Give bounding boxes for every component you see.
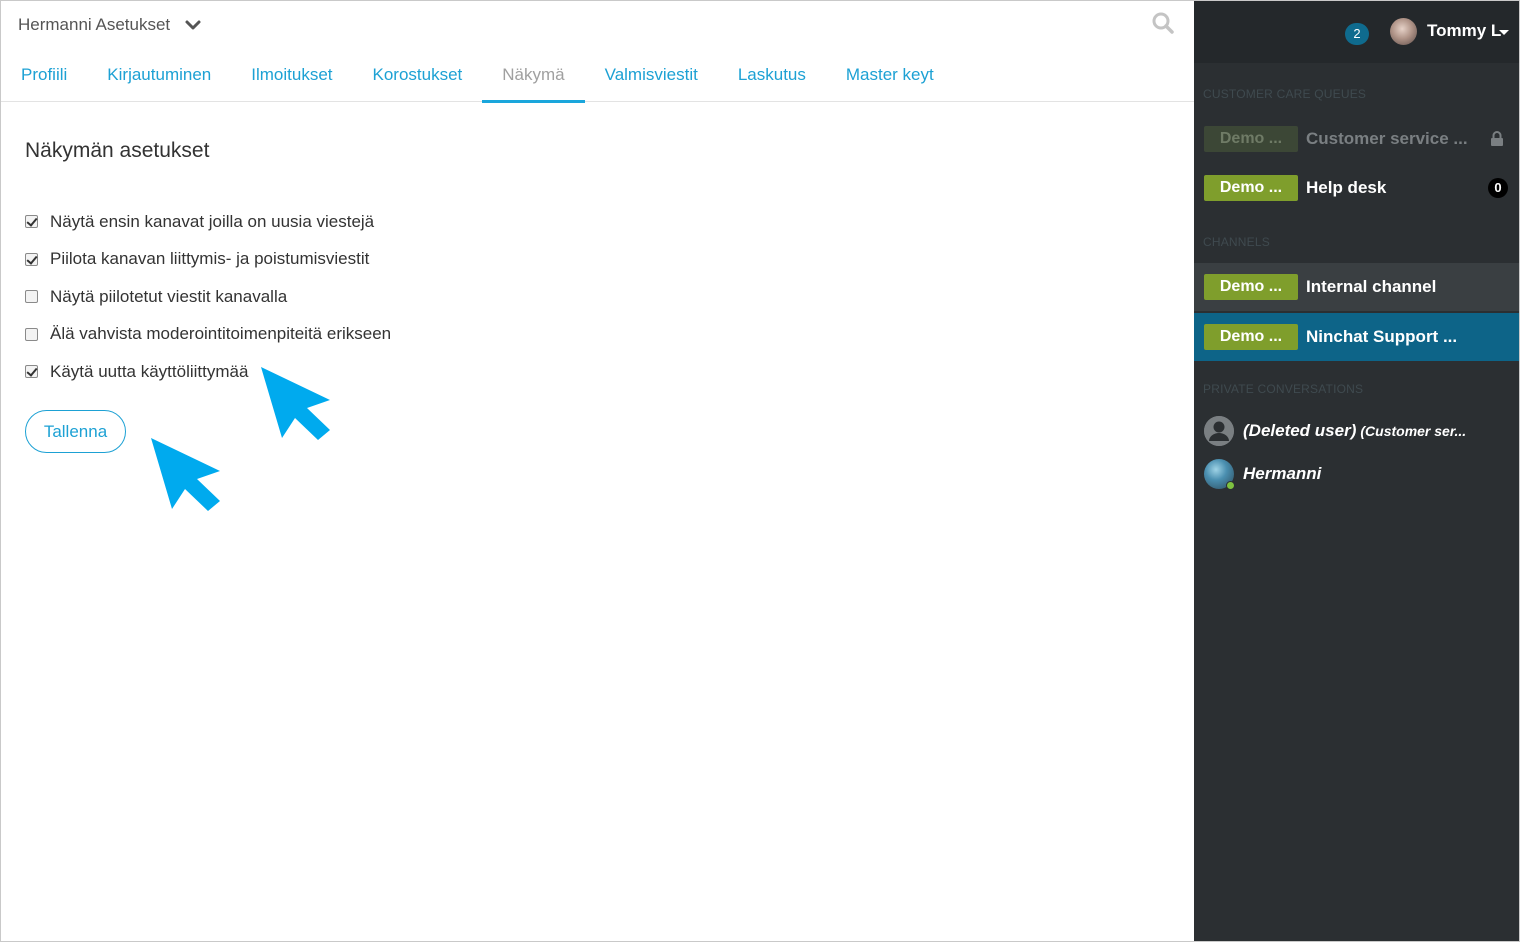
queue-count-badge: 0 — [1488, 178, 1508, 198]
section-label-private: PRIVATE CONVERSATIONS — [1203, 382, 1364, 396]
option-hide-join-leave[interactable]: Piilota kanavan liittymis- ja poistumisv… — [25, 241, 391, 279]
settings-tabs: Profiili Kirjautuminen Ilmoitukset Koros… — [1, 57, 954, 103]
queue-item-help-desk[interactable]: Demo ... Help desk 0 — [1194, 164, 1519, 212]
checkbox[interactable] — [25, 327, 38, 341]
channel-label: Ninchat Support ... — [1306, 327, 1458, 346]
tab-profiili[interactable]: Profiili — [1, 57, 87, 102]
checkbox[interactable] — [25, 215, 38, 229]
conversation-name: Hermanni — [1243, 464, 1322, 483]
checkbox[interactable] — [25, 290, 38, 304]
view-settings: Näkymän asetukset Näytä ensin kanavat jo… — [25, 139, 391, 391]
section-title: Näkymän asetukset — [25, 139, 210, 162]
conversation-name: (Deleted user) — [1243, 421, 1357, 440]
option-show-hidden-messages[interactable]: Näytä piilotetut viestit kanavalla — [25, 278, 391, 316]
checkbox[interactable] — [25, 252, 38, 266]
option-label: Älä vahvista moderointitoimenpiteitä eri… — [50, 324, 392, 344]
search-icon[interactable] — [1151, 11, 1175, 35]
channel-item-internal[interactable]: Demo ... Internal channel — [1194, 263, 1519, 311]
realm-tag: Demo ... — [1204, 175, 1298, 201]
tab-laskutus[interactable]: Laskutus — [718, 57, 826, 102]
tab-master-keyt[interactable]: Master keyt — [826, 57, 954, 102]
tab-ilmoitukset[interactable]: Ilmoitukset — [231, 57, 352, 102]
tab-nakyma[interactable]: Näkymä — [482, 57, 585, 103]
option-label: Näytä ensin kanavat joilla on uusia vies… — [50, 211, 375, 231]
workspace-title: Hermanni Asetukset — [18, 15, 171, 34]
tab-kirjautuminen[interactable]: Kirjautuminen — [87, 57, 231, 102]
option-show-new-first[interactable]: Näytä ensin kanavat joilla on uusia vies… — [25, 203, 391, 241]
avatar[interactable] — [1390, 18, 1417, 45]
queue-label: Customer service ... — [1306, 129, 1468, 148]
conversation-subtitle: (Customer ser... — [1360, 423, 1467, 439]
lock-icon — [1490, 131, 1504, 147]
user-menu[interactable]: Tommy L — [1427, 21, 1501, 41]
private-conversation-deleted-user[interactable]: (Deleted user) (Customer ser... — [1194, 411, 1519, 451]
private-conversation-hermanni[interactable]: Hermanni — [1194, 454, 1519, 494]
notification-badge[interactable]: 2 — [1345, 23, 1369, 45]
tab-korostukset[interactable]: Korostukset — [353, 57, 483, 102]
pointer-arrow-icon — [258, 364, 338, 454]
checkbox[interactable] — [25, 365, 38, 379]
option-skip-moderation-confirm[interactable]: Älä vahvista moderointitoimenpiteitä eri… — [25, 316, 391, 354]
option-label: Piilota kanavan liittymis- ja poistumisv… — [50, 249, 370, 269]
channel-label: Internal channel — [1306, 277, 1437, 296]
option-label: Käytä uutta käyttöliittymää — [50, 361, 249, 381]
section-label-queues: CUSTOMER CARE QUEUES — [1203, 87, 1367, 101]
settings-panel: Hermanni Asetukset Profiili Kirjautumine… — [1, 1, 1194, 941]
pointer-arrow-icon — [148, 435, 228, 525]
option-label: Näytä piilotetut viestit kanavalla — [50, 286, 288, 306]
sidebar-header: 2 Tommy L — [1194, 1, 1519, 63]
save-button[interactable]: Tallenna — [25, 410, 126, 453]
caret-down-icon[interactable] — [1499, 30, 1509, 35]
avatar — [1204, 459, 1235, 490]
queue-label: Help desk — [1306, 178, 1387, 197]
settings-header: Hermanni Asetukset Profiili Kirjautumine… — [1, 1, 1194, 103]
sidebar: 2 Tommy L CUSTOMER CARE QUEUES Demo ... … — [1194, 1, 1519, 941]
workspace-selector[interactable]: Hermanni Asetukset — [18, 15, 202, 35]
channel-item-ninchat-support[interactable]: Demo ... Ninchat Support ... — [1194, 313, 1519, 361]
section-label-channels: CHANNELS — [1203, 235, 1270, 249]
user-silhouette-icon — [1204, 416, 1234, 446]
realm-tag: Demo ... — [1204, 274, 1298, 300]
online-status-icon — [1226, 481, 1235, 490]
chevron-down-icon — [184, 16, 202, 34]
tab-valmisviestit[interactable]: Valmisviestit — [585, 57, 718, 102]
realm-tag: Demo ... — [1204, 324, 1298, 350]
queue-item-customer-service[interactable]: Demo ... Customer service ... — [1194, 115, 1519, 163]
realm-tag: Demo ... — [1204, 126, 1298, 152]
